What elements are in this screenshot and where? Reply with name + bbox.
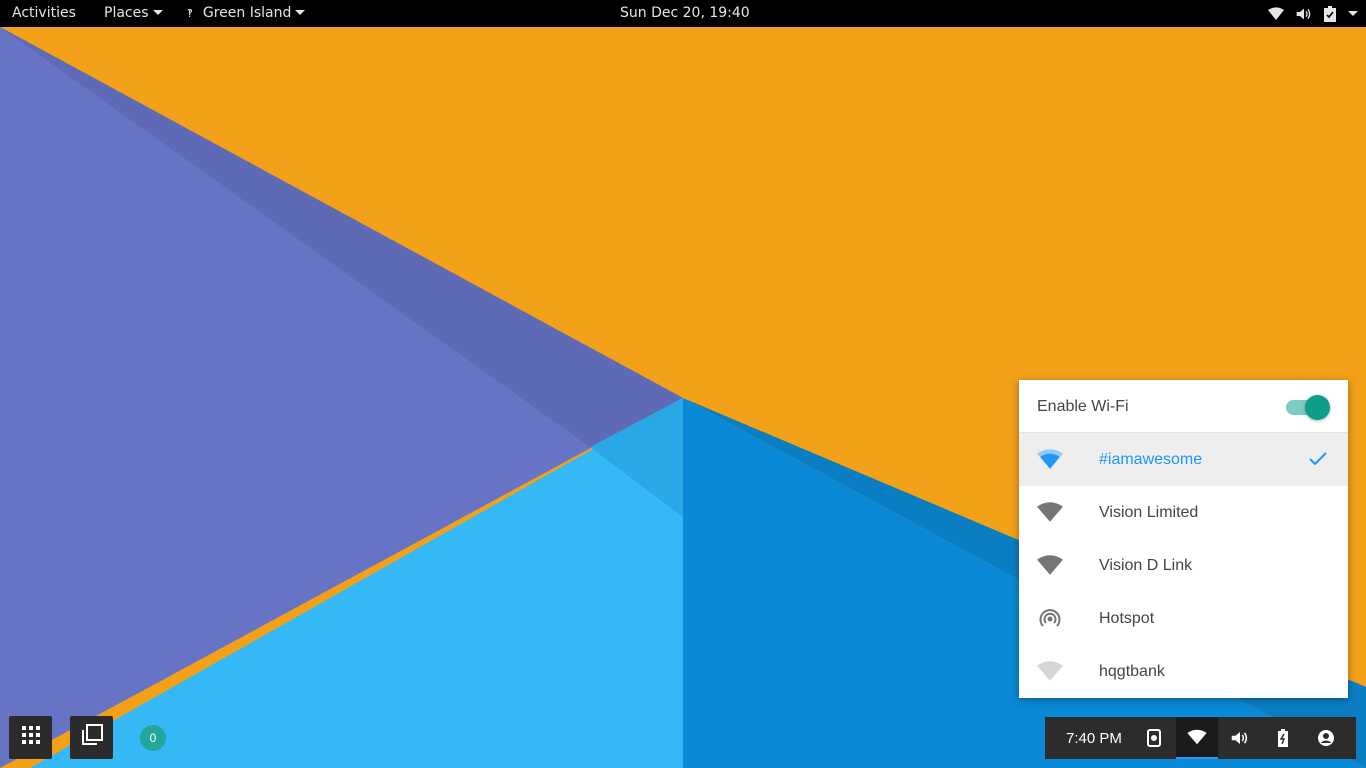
battery-icon — [1324, 5, 1336, 22]
wifi-icon[interactable] — [1176, 717, 1218, 759]
hotspot-icon — [1037, 607, 1063, 631]
app-launcher-button[interactable] — [9, 716, 52, 759]
network-item-hotspot[interactable]: Hotspot — [1019, 592, 1348, 645]
chevron-down-icon — [152, 9, 163, 15]
app-menu-label: Green Island — [202, 5, 292, 21]
toggle-thumb — [1305, 395, 1330, 420]
network-name: Vision Limited — [1099, 504, 1199, 521]
enable-wifi-label: Enable Wi-Fi — [1037, 398, 1129, 415]
wifi-icon — [1037, 501, 1063, 525]
checkmark-icon — [1308, 450, 1328, 473]
wifi-icon — [1268, 6, 1284, 21]
wifi-enable-row: Enable Wi-Fi — [1019, 380, 1348, 433]
network-name: hqgtbank — [1099, 663, 1165, 680]
wifi-popup: Enable Wi-Fi #iamawesome Vision Limited … — [1019, 380, 1348, 698]
activities-label: Activities — [12, 5, 76, 21]
chevron-down-icon — [1348, 11, 1358, 16]
network-name: Hotspot — [1099, 610, 1155, 627]
grid-icon — [21, 726, 40, 749]
places-label: Places — [104, 5, 149, 21]
battery-icon[interactable] — [1262, 717, 1304, 759]
wifi-icon — [1037, 660, 1063, 684]
system-menu[interactable] — [1268, 0, 1358, 27]
chevron-down-icon — [295, 9, 306, 15]
clock[interactable]: Sun Dec 20, 19:40 — [620, 0, 750, 27]
network-name: Vision D Link — [1099, 557, 1193, 574]
windows-icon — [81, 724, 103, 751]
volume-icon[interactable] — [1219, 717, 1261, 759]
window-overview-button[interactable] — [70, 716, 113, 759]
network-name: #iamawesome — [1099, 451, 1203, 468]
places-menu[interactable]: Places — [104, 0, 163, 27]
network-item-iamawesome[interactable]: #iamawesome — [1019, 433, 1348, 486]
tray-clock[interactable]: 7:40 PM — [1066, 717, 1122, 760]
screenshot-icon[interactable] — [1133, 717, 1175, 759]
clock-label: Sun Dec 20, 19:40 — [620, 5, 750, 21]
notification-badge[interactable]: 0 — [140, 725, 166, 751]
network-item-vision-limited[interactable]: Vision Limited — [1019, 486, 1348, 539]
user-icon[interactable] — [1305, 717, 1347, 759]
wifi-toggle[interactable] — [1286, 394, 1330, 420]
network-item-vision-d-link[interactable]: Vision D Link — [1019, 539, 1348, 592]
app-menu[interactable]: ‽ Green Island — [187, 0, 306, 27]
wifi-icon — [1037, 448, 1063, 472]
top-bar: Activities Places ‽ Green Island Sun Dec … — [0, 0, 1366, 27]
activities-button[interactable]: Activities — [12, 0, 76, 27]
network-item-hqgtbank[interactable]: hqgtbank — [1019, 645, 1348, 698]
volume-icon — [1296, 7, 1312, 21]
wifi-icon — [1037, 554, 1063, 578]
system-tray: 7:40 PM — [1045, 717, 1356, 759]
app-icon: ‽ — [187, 7, 193, 20]
